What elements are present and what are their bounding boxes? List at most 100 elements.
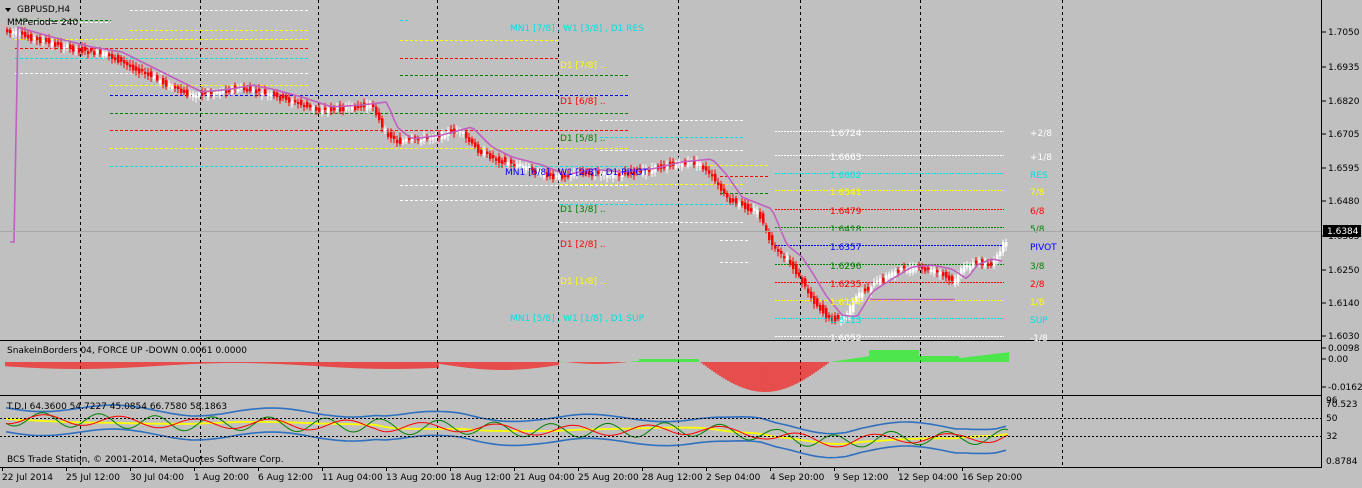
candle-body: [117, 54, 120, 63]
candle-body: [306, 101, 309, 108]
candle-body: [729, 198, 732, 203]
copyright-text: BCS Trade Station, © 2001-2014, MetaQuot…: [7, 455, 284, 465]
candle-body: [699, 162, 702, 166]
candle-body: [732, 198, 735, 202]
candle-body: [174, 85, 177, 89]
window-title-group[interactable]: GBPUSD,H4: [5, 5, 70, 15]
candle-body: [891, 272, 894, 278]
candle-body: [189, 92, 192, 96]
snake-axis-label: 0.00: [1328, 355, 1348, 365]
tdi-axis-label: 50: [1326, 414, 1338, 424]
candle-body: [273, 91, 276, 97]
candle-body: [300, 99, 303, 106]
candle-body: [372, 104, 375, 108]
candle-body: [321, 109, 324, 114]
murrey-label: 2/8: [1030, 280, 1045, 290]
candle-body: [219, 91, 222, 96]
candle-body: [510, 159, 513, 164]
candle-body: [138, 68, 141, 74]
murrey-price: 1.6663: [830, 153, 862, 163]
candle-body: [915, 267, 918, 271]
candle-body: [723, 188, 726, 194]
candle-body: [393, 135, 396, 139]
candle-body: [345, 106, 348, 111]
candle-body: [276, 92, 279, 98]
candle-body: [756, 209, 759, 215]
candle-body: [24, 32, 27, 38]
candle-body: [990, 262, 993, 266]
candle-body: [168, 83, 171, 87]
snake-axis-label: -0.0162: [1328, 383, 1362, 393]
candle-body: [45, 38, 48, 42]
candle-body: [681, 163, 684, 168]
candle-body: [477, 144, 480, 153]
pivot-row-label: MN1 [6/8] , W1 [2/8] , D1 PIVOT: [505, 168, 648, 178]
candle-body: [762, 213, 765, 224]
murrey-label: 1/8: [1030, 298, 1045, 308]
tdi-axis-label: 0.8784: [1326, 457, 1358, 467]
candle-body: [822, 304, 825, 314]
candle-body: [105, 52, 108, 56]
candle-body: [30, 34, 33, 41]
candle-body: [72, 45, 75, 52]
candle-body: [129, 64, 132, 67]
candle-body: [702, 165, 705, 170]
time-axis: 22 Jul 2014 25 Jul 12:00 30 Jul 04:00 1 Aug…: [2, 467, 1022, 483]
candle-body: [717, 182, 720, 186]
murrey-label: 6/8: [1030, 207, 1045, 217]
candle-body: [870, 286, 873, 293]
candle-body: [768, 231, 771, 241]
time-axis-label: 2 Sep 04:00: [706, 473, 761, 483]
candle-body: [876, 280, 879, 283]
price-axis-label: 1.6705: [1328, 130, 1360, 140]
d1-18-label: D1 [1/8] ..: [560, 277, 606, 287]
d1-28-label: D1 [2/8] ..: [560, 240, 606, 250]
trading-chart[interactable]: GBPUSD,H4 MMPeriod= 240 MN1 [7/8] , W1 […: [0, 0, 1362, 485]
indicator-label: MMPeriod= 240: [7, 18, 78, 28]
candle-body: [6, 29, 9, 33]
candle-body: [399, 137, 402, 144]
price-axis-label: 1.6140: [1328, 299, 1360, 309]
candle-body: [939, 271, 942, 275]
candle-body: [267, 93, 270, 96]
murrey-label: SUP: [1030, 316, 1048, 326]
candle-body: [765, 225, 768, 231]
candle-body: [873, 282, 876, 286]
murrey-price: 1.6052: [830, 334, 862, 344]
chevron-down-icon[interactable]: [5, 8, 11, 12]
candle-body: [495, 158, 498, 161]
murrey-price: 1.6602: [830, 171, 862, 181]
murrey-label: PIVOT: [1030, 243, 1057, 253]
murrey-label: -1/8: [1030, 334, 1048, 344]
tdi-axis: 9670.52350320.8784: [1326, 396, 1358, 467]
chart-canvas[interactable]: GBPUSD,H4 MMPeriod= 240 MN1 [7/8] , W1 […: [0, 0, 1362, 485]
candle-body: [120, 57, 123, 62]
candle-body: [84, 46, 87, 51]
candle-body: [198, 92, 201, 98]
candle-body: [942, 272, 945, 276]
candle-body: [798, 272, 801, 277]
candle-body: [402, 140, 405, 143]
tdi-axis-label: 70.523: [1326, 400, 1358, 410]
candle-body: [969, 265, 972, 271]
candle-body: [147, 72, 150, 76]
panel-frame: [0, 0, 1322, 468]
candle-body: [165, 80, 168, 87]
candle-body: [192, 93, 195, 98]
candle-body: [195, 94, 198, 98]
candle-body: [720, 183, 723, 191]
candle-body: [135, 66, 138, 71]
candle-body: [888, 273, 891, 279]
window-title: GBPUSD,H4: [17, 5, 70, 15]
candle-body: [954, 279, 957, 285]
candle-body: [162, 78, 165, 85]
candle-body: [972, 262, 975, 268]
candle-body: [114, 57, 117, 61]
candle-body: [381, 118, 384, 128]
candle-body: [933, 268, 936, 274]
candle-body: [288, 97, 291, 103]
candle-body: [252, 88, 255, 93]
candle-body: [183, 89, 186, 93]
current-price-marker: 1.6384: [1323, 225, 1361, 237]
murrey-label: +1/8: [1030, 153, 1052, 163]
